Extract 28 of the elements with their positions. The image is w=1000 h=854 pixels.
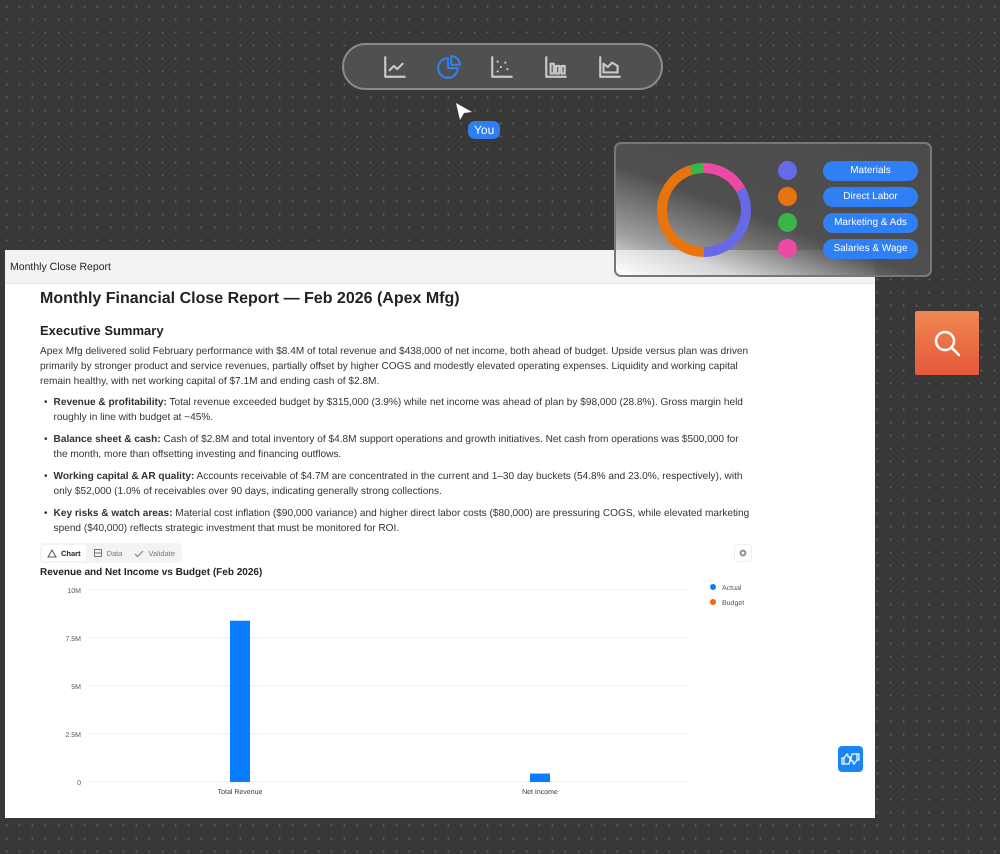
chart-title: Revenue and Net Income vs Budget (Feb 2026) — [40, 567, 264, 578]
feedback-button[interactable] — [838, 746, 863, 772]
legend-label[interactable]: Salaries & Wage — [823, 238, 918, 258]
section-heading: Executive Summary — [40, 323, 165, 338]
bullet-mark: • — [44, 507, 48, 521]
search-button[interactable] — [915, 311, 979, 375]
settings-button[interactable] — [734, 544, 752, 562]
thumbs-icon — [841, 753, 860, 765]
summary-paragraph: Apex Mfg delivered solid February performance with $8.4M of total revenue and $438,000 of net income, both ahead of budget. Upside versus plan was driven primarily by stronger product and service revenues, partially offset by higher COGS and modestly elevated operating expenses. Liquidity and working capital remain healthy, with net working capital of $7.1M and ending cash of $2.8M. — [40, 345, 750, 389]
legend-label[interactable]: Marketing & Ads — [823, 212, 918, 232]
user-label: You — [468, 121, 500, 139]
settings-icon — [738, 548, 748, 558]
search-icon — [932, 328, 962, 358]
triangle-icon — [47, 548, 57, 558]
bullet-mark: • — [44, 396, 48, 410]
bullet-mark: • — [44, 433, 48, 447]
bullet-text: Key risks & watch areas: Material cost inflation ($90,000 variance) and higher direct labor costs ($80,000) are pressuring COGS, while elevated marketing spend ($40,000) reflects strategic investment that must be monitored for ROI. — [54, 507, 750, 536]
cursor-icon — [455, 102, 473, 122]
bullet-text: Working capital & AR quality: Accounts receivable of $4.7M are concentrated in the current and 1–30 day buckets (54.8% and 23.0%, respectively), with only $52,000 (1.0% of receivables over 90 days, indicating generally strong collections. — [54, 470, 744, 499]
table-icon — [92, 548, 103, 558]
check-icon — [134, 548, 144, 558]
bar — [530, 774, 550, 782]
bullet-text: Balance sheet & cash: Cash of $2.8M and total inventory of $4.8M support operations and growth initiatives. Net cash from operations was $500,000 for the month, more than offsetting investing and financing outflows. — [54, 433, 740, 462]
legend-label[interactable]: Direct Labor — [823, 186, 918, 206]
bullet-text: Revenue & profitability: Total revenue exceeded budget by $315,000 (3.9%) while net income was ahead of plan by $98,000 (28.8%). Gross margin held roughly in line with budget at ~45%. — [54, 396, 744, 425]
legend-label[interactable]: Materials — [823, 160, 918, 180]
report-title: Monthly Financial Close Report — Feb 2026 (Apex Mfg) — [40, 290, 461, 308]
bullet-mark: • — [44, 470, 48, 484]
